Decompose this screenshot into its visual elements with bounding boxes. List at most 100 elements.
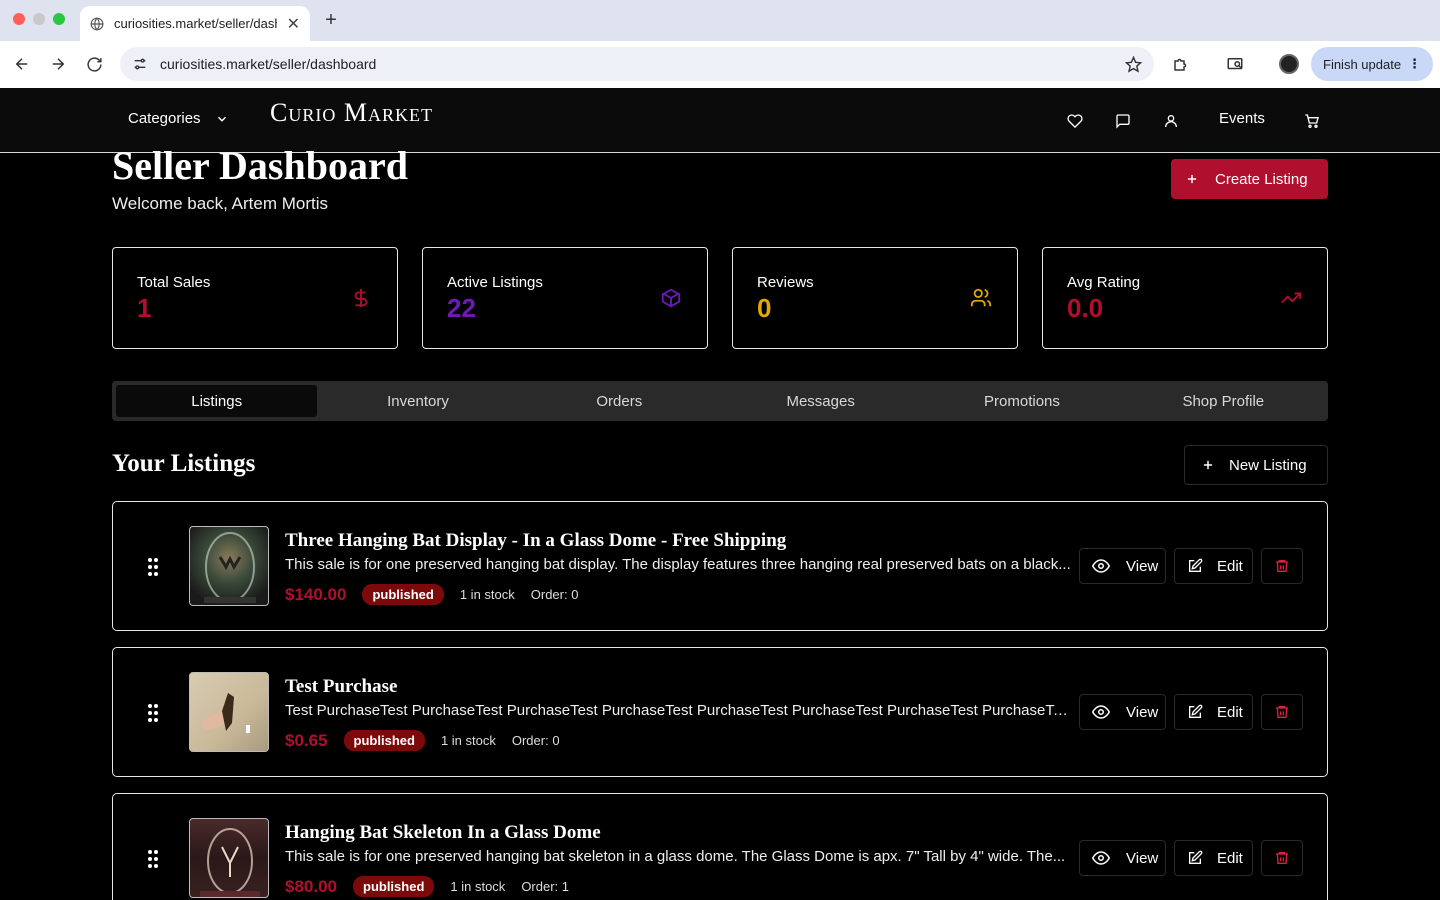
edit-icon bbox=[1189, 850, 1203, 864]
delete-button[interactable] bbox=[1261, 840, 1303, 876]
extensions-button[interactable] bbox=[1168, 51, 1194, 77]
status-badge: published bbox=[353, 876, 435, 897]
browser-toolbar: curiosities.market/seller/dashboard Fini… bbox=[0, 41, 1440, 88]
stock-count: 1 in stock bbox=[440, 733, 496, 748]
heart-icon bbox=[1067, 114, 1083, 129]
trash-icon bbox=[1276, 852, 1288, 864]
view-button[interactable]: View bbox=[1079, 548, 1166, 584]
edit-label: Edit bbox=[1217, 849, 1243, 867]
status-badge: published bbox=[343, 730, 425, 751]
minimize-window-button[interactable] bbox=[33, 13, 45, 25]
new-listing-label: New Listing bbox=[1229, 456, 1307, 474]
stat-value: 0 bbox=[757, 293, 772, 323]
listing-thumbnail[interactable] bbox=[189, 526, 269, 606]
wishlist-button[interactable] bbox=[1064, 110, 1086, 132]
edit-button[interactable]: Edit bbox=[1174, 694, 1253, 730]
listing-thumbnail[interactable] bbox=[189, 672, 269, 752]
status-badge: published bbox=[362, 584, 444, 605]
stat-card-avg-rating: Avg Rating 0.0 bbox=[1042, 247, 1328, 349]
address-bar[interactable]: curiosities.market/seller/dashboard bbox=[120, 47, 1154, 81]
listing-price: $80.00 bbox=[285, 876, 337, 896]
drag-handle-icon[interactable] bbox=[147, 557, 159, 582]
browser-tab[interactable]: curiosities.market/seller/dash ✕ bbox=[80, 6, 310, 41]
listing-title[interactable]: Test Purchase bbox=[285, 676, 397, 698]
view-button[interactable]: View bbox=[1079, 694, 1166, 730]
forward-button[interactable] bbox=[45, 51, 71, 77]
view-button[interactable]: View bbox=[1079, 840, 1166, 876]
listing-description: This sale is for one preserved hanging b… bbox=[285, 556, 1071, 573]
order-index: Order: 1 bbox=[521, 879, 569, 894]
user-icon bbox=[1165, 115, 1177, 128]
more-vert-icon: ⋮ bbox=[1408, 56, 1421, 71]
account-button[interactable] bbox=[1160, 110, 1182, 132]
delete-button[interactable] bbox=[1261, 694, 1303, 730]
site-logo[interactable]: Curio Market bbox=[270, 98, 433, 128]
listing-meta: $140.00 published 1 in stock Order: 0 bbox=[285, 584, 578, 605]
tab-orders[interactable]: Orders bbox=[519, 385, 720, 417]
star-icon[interactable] bbox=[1125, 55, 1142, 73]
cart-button[interactable] bbox=[1301, 110, 1323, 132]
listing-meta: $0.65 published 1 in stock Order: 0 bbox=[285, 730, 560, 751]
dollar-icon bbox=[349, 286, 373, 310]
tab-messages[interactable]: Messages bbox=[720, 385, 921, 417]
browser-tab-strip: curiosities.market/seller/dash ✕ + bbox=[0, 0, 1440, 41]
eye-icon bbox=[1092, 559, 1110, 573]
tab-promotions[interactable]: Promotions bbox=[921, 385, 1122, 417]
stat-value: 1 bbox=[137, 293, 152, 323]
messages-button[interactable] bbox=[1112, 110, 1134, 132]
plus-icon bbox=[1203, 460, 1213, 470]
site-settings-icon[interactable] bbox=[132, 56, 148, 72]
order-index: Order: 0 bbox=[530, 587, 579, 602]
stock-count: 1 in stock bbox=[459, 587, 515, 602]
stat-card-total-sales: Total Sales 1 bbox=[112, 247, 398, 349]
reload-icon bbox=[86, 56, 102, 72]
close-tab-icon[interactable]: ✕ bbox=[287, 14, 300, 34]
edit-button[interactable]: Edit bbox=[1174, 548, 1253, 584]
trending-up-icon bbox=[1279, 286, 1303, 310]
new-listing-button[interactable]: New Listing bbox=[1184, 445, 1328, 485]
delete-button[interactable] bbox=[1261, 548, 1303, 584]
stat-label: Total Sales bbox=[137, 274, 211, 291]
create-listing-button[interactable]: Create Listing bbox=[1171, 159, 1328, 199]
stat-label: Active Listings bbox=[447, 274, 543, 291]
listing-description: This sale is for one preserved hanging b… bbox=[285, 848, 1066, 865]
edit-icon bbox=[1189, 558, 1203, 572]
stat-label: Avg Rating bbox=[1067, 274, 1141, 291]
back-button[interactable] bbox=[9, 51, 35, 77]
listing-price: $0.65 bbox=[285, 730, 328, 750]
stat-label: Reviews bbox=[757, 274, 814, 291]
arrow-left-icon bbox=[15, 58, 28, 70]
dashboard-tabs: Listings Inventory Orders Messages Promo… bbox=[112, 381, 1328, 421]
reload-button[interactable] bbox=[81, 51, 107, 77]
profile-avatar[interactable] bbox=[1276, 51, 1302, 77]
cast-icon bbox=[1227, 58, 1243, 70]
close-window-button[interactable] bbox=[13, 13, 25, 25]
finish-update-button[interactable]: Finish update ⋮ bbox=[1311, 47, 1433, 81]
trash-icon bbox=[1276, 560, 1288, 572]
listing-meta: $80.00 published 1 in stock Order: 1 bbox=[285, 876, 569, 897]
drag-handle-icon[interactable] bbox=[147, 849, 159, 874]
categories-menu[interactable]: Categories bbox=[128, 110, 229, 127]
page-title: Seller Dashboard bbox=[112, 143, 408, 188]
edit-button[interactable]: Edit bbox=[1174, 840, 1253, 876]
listing-title[interactable]: Hanging Bat Skeleton In a Glass Dome bbox=[285, 822, 601, 844]
categories-label: Categories bbox=[128, 110, 201, 127]
view-label: View bbox=[1126, 557, 1159, 575]
listing-thumbnail[interactable] bbox=[189, 818, 269, 898]
drag-handle-icon[interactable] bbox=[147, 703, 159, 728]
listing-title[interactable]: Three Hanging Bat Display - In a Glass D… bbox=[285, 530, 786, 552]
cast-button[interactable] bbox=[1222, 51, 1248, 77]
listing-price: $140.00 bbox=[285, 584, 347, 604]
url-text[interactable]: curiosities.market/seller/dashboard bbox=[160, 56, 1113, 72]
tab-shop-profile[interactable]: Shop Profile bbox=[1123, 385, 1324, 417]
maximize-window-button[interactable] bbox=[53, 13, 65, 25]
listing-description: Test PurchaseTest PurchaseTest PurchaseT… bbox=[285, 702, 1071, 719]
events-link[interactable]: Events bbox=[1219, 110, 1265, 127]
tab-listings[interactable]: Listings bbox=[116, 385, 318, 417]
tab-inventory[interactable]: Inventory bbox=[317, 385, 518, 417]
stat-card-reviews: Reviews 0 bbox=[732, 247, 1018, 349]
listing-card: Hanging Bat Skeleton In a Glass Dome Thi… bbox=[112, 793, 1328, 900]
create-listing-label: Create Listing bbox=[1215, 170, 1308, 188]
users-icon bbox=[969, 286, 993, 310]
new-tab-button[interactable]: + bbox=[320, 9, 342, 31]
